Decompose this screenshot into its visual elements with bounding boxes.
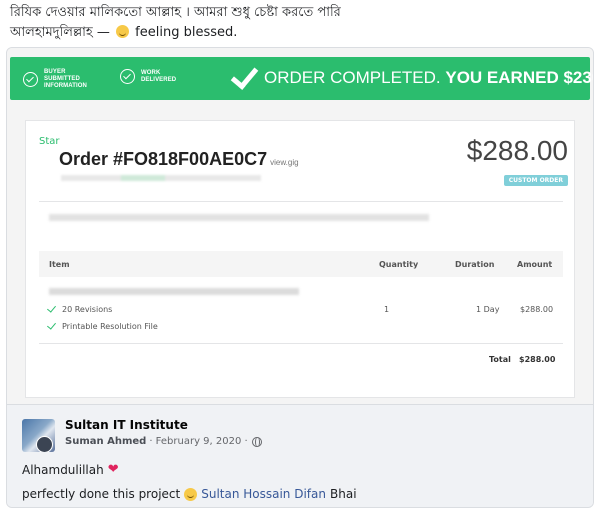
divider (39, 201, 563, 202)
shared-post-line-1-text: Alhamdulillah (22, 462, 104, 477)
item-duration: 1 Day (476, 305, 500, 314)
group-avatar[interactable] (22, 419, 55, 452)
shared-post-line-2: perfectly done this project Sultan Hossa… (22, 487, 357, 501)
step-buyer-submitted: BUYER SUBMITTED INFORMATION (23, 69, 96, 90)
shared-post-footer: Sultan IT Institute Suman Ahmed · Februa… (7, 404, 593, 507)
mention-link[interactable]: Sultan Hossain Difan (201, 487, 326, 501)
star-label: Star (39, 136, 60, 147)
post-date[interactable]: · February 9, 2020 · (149, 436, 247, 447)
shared-post-line-2-end: Bhai (330, 487, 357, 501)
order-details-panel: Star Order #FO818F00AE0C7 view.gig $288.0… (25, 120, 575, 398)
blurred-order-meta (61, 175, 261, 181)
earned-amount: YOU EARNED $230.40 (445, 68, 593, 87)
column-duration: Duration (455, 260, 495, 269)
step-work-delivered: WORK DELIVERED (120, 69, 179, 84)
group-name-link[interactable]: Sultan IT Institute (65, 418, 188, 432)
order-table-header: Item Quantity Duration Amount (39, 251, 563, 277)
blessed-emoji-icon (116, 25, 130, 38)
total-value: $288.00 (519, 355, 556, 364)
post-byline: Suman Ahmed · February 9, 2020 · (65, 436, 262, 447)
check-icon (47, 303, 56, 313)
column-item: Item (49, 260, 70, 269)
order-price: $288.00 (466, 135, 568, 166)
step-check-icon (120, 69, 135, 84)
post-line-1: রিযিক দেওয়ার মালিকতো আল্লাহ । আমরা শুধু… (10, 5, 341, 20)
post-line-2-text: আলহামদুলিল্লাহ — (10, 25, 110, 40)
column-quantity: Quantity (379, 260, 419, 269)
feature-label: Printable Resolution File (62, 322, 158, 331)
check-icon (47, 320, 56, 330)
custom-order-badge: CUSTOM ORDER (503, 175, 568, 186)
shared-post-line-1: Alhamdulillah ❤ (22, 462, 119, 477)
completed-check-icon (228, 63, 254, 93)
blurred-description (49, 214, 429, 221)
order-title: Order #FO818F00AE0C7 view.gig (59, 149, 299, 170)
column-amount: Amount (517, 260, 553, 269)
step-label: WORK DELIVERED (141, 69, 177, 83)
feature-item: 20 Revisions (47, 303, 113, 314)
post-line-2: আলহামদুলিল্লাহ — feeling blessed. (10, 23, 570, 43)
shared-post-card[interactable]: BUYER SUBMITTED INFORMATION WORK DELIVER… (6, 47, 594, 508)
shared-post-line-2-text: perfectly done this project (22, 487, 181, 501)
smile-emoji-icon (184, 487, 198, 501)
completed-label: ORDER COMPLETED. (264, 68, 441, 87)
feature-label: 20 Revisions (62, 305, 113, 314)
order-completed-banner: BUYER SUBMITTED INFORMATION WORK DELIVER… (10, 57, 593, 100)
completed-message: ORDER COMPLETED. YOU EARNED $230.40 (264, 68, 593, 88)
feeling-text: feeling blessed. (135, 25, 238, 40)
author-name-link[interactable]: Suman Ahmed (65, 436, 146, 447)
feature-item: Printable Resolution File (47, 320, 158, 331)
post-text: রিযিক দেওয়ার মালিকতো আল্লাহ । আমরা শুধু… (10, 3, 570, 43)
step-label: BUYER SUBMITTED INFORMATION (44, 69, 87, 89)
heart-icon: ❤ (107, 462, 119, 477)
blurred-item-title (49, 288, 299, 295)
order-id: Order #FO818F00AE0C7 (59, 149, 268, 169)
divider (39, 343, 563, 344)
order-screenshot[interactable]: BUYER SUBMITTED INFORMATION WORK DELIVER… (7, 48, 593, 404)
view-gig-link[interactable]: view.gig (270, 158, 298, 167)
globe-icon (251, 436, 262, 447)
item-quantity: 1 (384, 305, 390, 314)
step-check-icon (23, 72, 38, 87)
item-amount: $288.00 (520, 305, 554, 314)
author-avatar (36, 436, 53, 452)
total-label: Total (489, 355, 511, 364)
